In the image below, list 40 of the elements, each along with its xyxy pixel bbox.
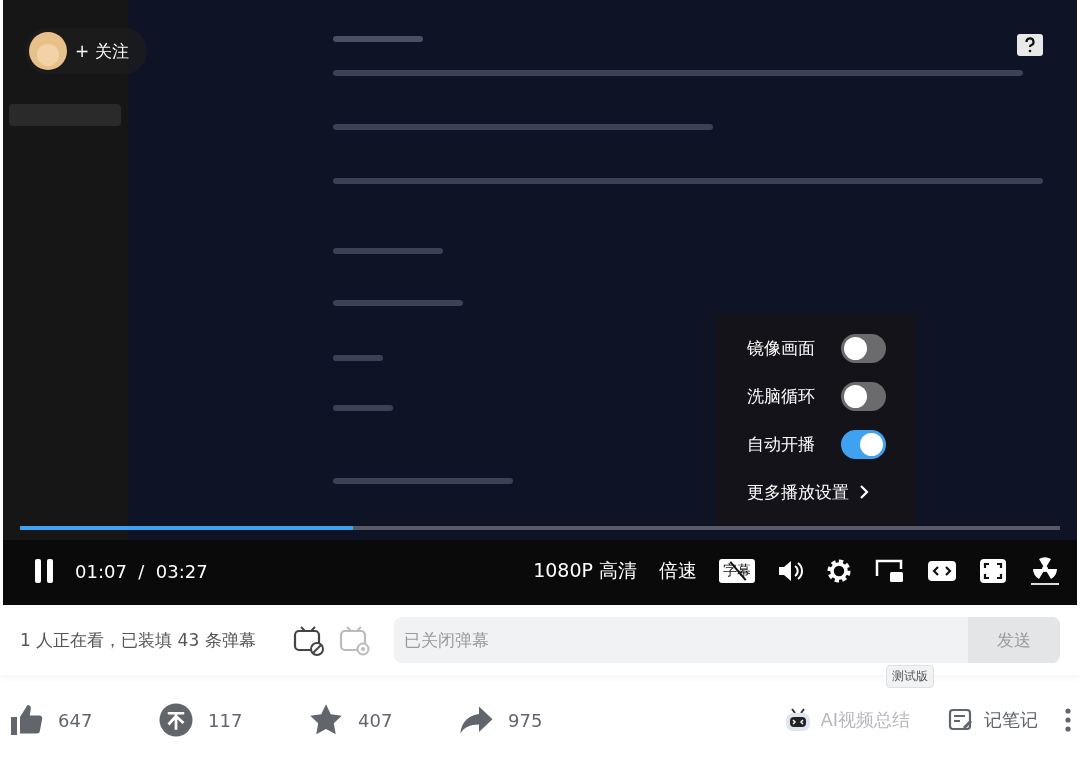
coin-icon: [158, 702, 194, 738]
action-count: 407: [358, 709, 393, 731]
toggle-switch[interactable]: [841, 381, 886, 411]
danmaku-toggle-icon[interactable]: [291, 624, 324, 656]
speed-button[interactable]: 倍速: [659, 558, 697, 584]
menu-label: 镜像画面: [747, 336, 815, 360]
toggle-switch[interactable]: [841, 333, 886, 363]
more-icon[interactable]: [1064, 707, 1072, 733]
notes-button[interactable]: 记笔记: [948, 708, 1038, 732]
thumbs-up-icon: [8, 702, 44, 738]
picture-in-picture-icon[interactable]: [875, 558, 905, 584]
share-button[interactable]: 975: [458, 702, 608, 738]
action-count: 647: [58, 709, 93, 731]
chevron-right-icon: [859, 484, 869, 500]
follow-button[interactable]: + 关注: [25, 28, 147, 74]
more-settings-link[interactable]: 更多播放设置: [747, 480, 869, 504]
robot-icon: [784, 707, 813, 733]
fullscreen-icon[interactable]: [979, 558, 1007, 584]
radiation-icon[interactable]: [1029, 556, 1061, 586]
note-icon: [948, 708, 974, 732]
quality-button[interactable]: 1080P 高清: [533, 558, 637, 584]
action-count: 975: [508, 709, 543, 731]
menu-label: 洗脑循环: [747, 384, 815, 408]
progress-bar[interactable]: [20, 526, 1060, 530]
favorite-button[interactable]: 407: [308, 702, 458, 738]
settings-icon[interactable]: [825, 557, 853, 585]
playback-time: 01:07 / 03:27: [75, 560, 208, 582]
toggle-switch[interactable]: [841, 429, 886, 459]
widescreen-icon[interactable]: [927, 559, 957, 583]
like-button[interactable]: 647: [8, 702, 158, 738]
subtitle-button[interactable]: 字幕: [719, 559, 755, 583]
menu-label: 自动开播: [747, 432, 815, 456]
avatar-icon: [29, 32, 67, 70]
viewer-status: 1 人正在看，已装填 43 条弹幕: [20, 628, 256, 652]
pause-button[interactable]: [33, 558, 55, 584]
help-icon[interactable]: [1017, 34, 1043, 58]
action-count: 117: [208, 709, 243, 731]
coin-button[interactable]: 117: [158, 702, 308, 738]
beta-badge: 测试版: [886, 665, 935, 688]
volume-icon[interactable]: [777, 559, 803, 583]
